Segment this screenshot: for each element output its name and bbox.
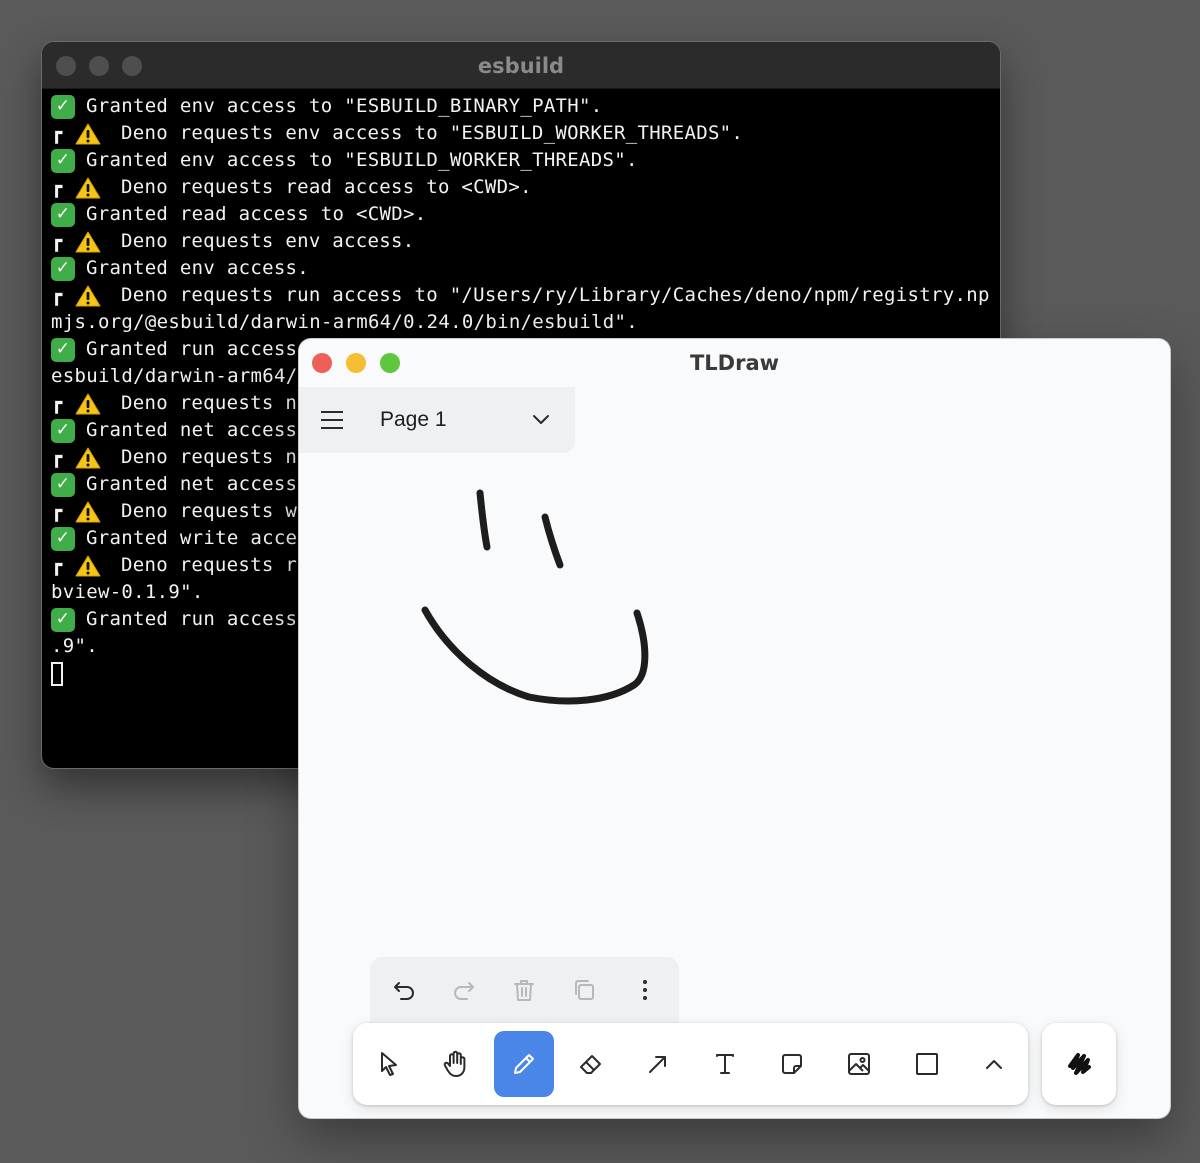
- terminal-line-text: esbuild/darwin-arm64/: [51, 365, 298, 387]
- check-mark-icon: ✓: [51, 148, 75, 173]
- warning-icon: [75, 177, 101, 198]
- tool-palette: [353, 1023, 1028, 1105]
- terminal-line-text: Granted env access.: [86, 257, 310, 279]
- terminal-line: ┏ Deno requests env access.: [51, 228, 996, 255]
- terminal-line-text: Deno requests r: [121, 554, 298, 576]
- pencil-icon: [514, 1054, 534, 1074]
- check-mark-icon: ✓: [51, 607, 75, 632]
- tldraw-title: TLDraw: [689, 351, 780, 375]
- tool-text[interactable]: [695, 1031, 755, 1097]
- check-mark-icon: ✓: [51, 526, 75, 551]
- terminal-line-text: Deno requests w: [121, 500, 298, 522]
- drawn-stroke-right-eye[interactable]: [541, 513, 564, 569]
- tool-image[interactable]: [829, 1031, 889, 1097]
- select-icon: [381, 1052, 397, 1076]
- text-icon: [716, 1054, 734, 1074]
- terminal-line-text: Granted run access: [86, 608, 298, 630]
- terminal-line-text: Deno requests run access to "/Users/ry/L…: [121, 284, 990, 306]
- scribble-button[interactable]: [1042, 1023, 1116, 1105]
- terminal-line: ┏ Deno requests read access to <CWD>.: [51, 174, 996, 201]
- terminal-line-text: Granted write acce: [86, 527, 298, 549]
- drawn-stroke-smile[interactable]: [421, 606, 649, 705]
- warning-icon: [75, 555, 101, 576]
- terminal-line: ✓ Granted env access to "ESBUILD_BINARY_P…: [51, 93, 996, 120]
- terminal-titlebar: esbuild: [42, 42, 1000, 89]
- terminal-line-text: Granted env access to "ESBUILD_BINARY_PA…: [86, 95, 603, 117]
- terminal-line-text: bview-0.1.9".: [51, 581, 204, 603]
- hand-icon: [443, 1050, 466, 1077]
- terminal-line-text: Deno requests n: [121, 446, 298, 468]
- terminal-line: mjs.org/@esbuild/darwin-arm64/0.24.0/bin…: [51, 309, 996, 336]
- warning-icon: [75, 231, 101, 252]
- terminal-line-text: Deno requests env access.: [121, 230, 415, 252]
- chevron-up-icon: [986, 1060, 1002, 1069]
- tool-note[interactable]: [762, 1031, 822, 1097]
- eraser-icon: [580, 1055, 601, 1074]
- chevron-down-icon[interactable]: [532, 414, 550, 426]
- box-corner-icon: ┏: [51, 122, 63, 144]
- warning-icon: [75, 123, 101, 144]
- terminal-cursor: [51, 661, 63, 686]
- scribble-icon: [1068, 1053, 1091, 1075]
- page-name[interactable]: Page 1: [380, 408, 447, 432]
- tool-draw[interactable]: [494, 1031, 554, 1097]
- terminal-line-text: Granted net access: [86, 419, 298, 441]
- tool-rectangle[interactable]: [897, 1031, 957, 1097]
- terminal-line-text: Granted env access to "ESBUILD_WORKER_TH…: [86, 149, 638, 171]
- terminal-line: ✓ Granted read access to <CWD>.: [51, 201, 996, 228]
- tldraw-window: TLDraw Page 1: [299, 339, 1170, 1118]
- image-icon: [848, 1053, 870, 1075]
- box-corner-icon: ┏: [51, 446, 63, 468]
- box-corner-icon: ┏: [51, 500, 63, 522]
- box-corner-icon: ┏: [51, 230, 63, 252]
- tool-hand[interactable]: [426, 1031, 486, 1097]
- menu-icon[interactable]: [321, 411, 343, 429]
- trash-icon[interactable]: [509, 975, 539, 1005]
- check-mark-icon: ✓: [51, 472, 75, 497]
- terminal-line: ✓ Granted env access to "ESBUILD_WORKER_T…: [51, 147, 996, 174]
- check-mark-icon: ✓: [51, 256, 75, 281]
- terminal-line-text: Deno requests env access to "ESBUILD_WOR…: [121, 122, 744, 144]
- tool-select[interactable]: [359, 1031, 419, 1097]
- more-icon[interactable]: [630, 975, 660, 1005]
- terminal-line: ✓ Granted env access.: [51, 255, 996, 282]
- arrow-icon: [649, 1056, 666, 1073]
- terminal-line: ┏ Deno requests env access to "ESBUILD_WO…: [51, 120, 996, 147]
- tool-eraser[interactable]: [561, 1031, 621, 1097]
- check-mark-icon: ✓: [51, 94, 75, 119]
- box-corner-icon: ┏: [51, 392, 63, 414]
- check-mark-icon: ✓: [51, 202, 75, 227]
- terminal-title: esbuild: [477, 54, 565, 78]
- tldraw-titlebar: TLDraw: [299, 339, 1170, 387]
- terminal-line: ┏ Deno requests run access to "/Users/ry/…: [51, 282, 996, 309]
- quick-actions-bar: [370, 957, 679, 1023]
- box-corner-icon: ┏: [51, 176, 63, 198]
- page-menu[interactable]: Page 1: [299, 387, 575, 453]
- warning-icon: [75, 447, 101, 468]
- terminal-line-text: .9".: [51, 635, 98, 657]
- terminal-line-text: Granted net access: [86, 473, 298, 495]
- box-corner-icon: ┏: [51, 554, 63, 576]
- check-mark-icon: ✓: [51, 337, 75, 362]
- terminal-line-text: Deno requests read access to <CWD>.: [121, 176, 532, 198]
- drawing-canvas[interactable]: [299, 453, 1170, 953]
- note-icon: [782, 1054, 802, 1074]
- terminal-line-text: mjs.org/@esbuild/darwin-arm64/0.24.0/bin…: [51, 311, 638, 333]
- terminal-line-text: Granted read access to <CWD>.: [86, 203, 427, 225]
- check-mark-icon: ✓: [51, 418, 75, 443]
- warning-icon: [75, 285, 101, 306]
- warning-icon: [75, 501, 101, 522]
- more-tools-button[interactable]: [964, 1031, 1024, 1097]
- rectangle-icon: [916, 1053, 938, 1075]
- box-corner-icon: ┏: [51, 284, 63, 306]
- terminal-line-text: Granted run access: [86, 338, 298, 360]
- redo-icon[interactable]: [449, 975, 479, 1005]
- undo-icon[interactable]: [389, 975, 419, 1005]
- duplicate-icon[interactable]: [569, 975, 599, 1005]
- drawn-stroke-left-eye[interactable]: [476, 489, 491, 551]
- terminal-line-text: Deno requests n: [121, 392, 298, 414]
- warning-icon: [75, 393, 101, 414]
- tool-arrow[interactable]: [628, 1031, 688, 1097]
